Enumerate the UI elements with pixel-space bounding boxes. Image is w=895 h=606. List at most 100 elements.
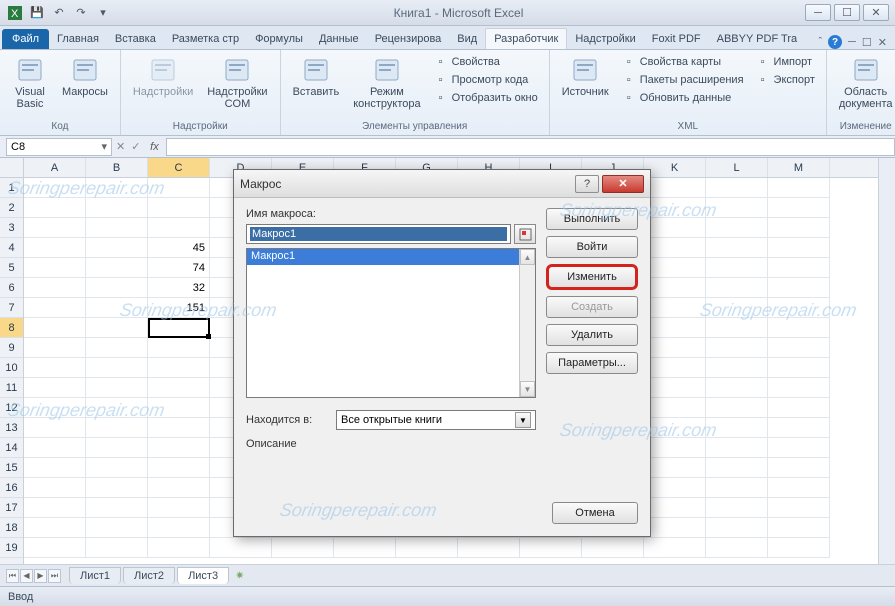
cell-A11[interactable] bbox=[24, 378, 86, 398]
subwin-close-icon[interactable]: ✕ bbox=[878, 36, 887, 49]
sheet-tab-Лист1[interactable]: Лист1 bbox=[69, 567, 121, 584]
sheet-last-icon[interactable]: ⏭ bbox=[48, 569, 61, 583]
cell-L8[interactable] bbox=[706, 318, 768, 338]
cell-M5[interactable] bbox=[768, 258, 830, 278]
cell-K16[interactable] bbox=[644, 478, 706, 498]
cell-A4[interactable] bbox=[24, 238, 86, 258]
options-button[interactable]: Параметры... bbox=[546, 352, 638, 374]
sheet-next-icon[interactable]: ▶ bbox=[34, 569, 47, 583]
col-header-C[interactable]: C bbox=[148, 158, 210, 177]
scroll-down-icon[interactable]: ▼ bbox=[520, 381, 535, 397]
cell-L4[interactable] bbox=[706, 238, 768, 258]
cell-B3[interactable] bbox=[86, 218, 148, 238]
cell-C9[interactable] bbox=[148, 338, 210, 358]
cell-L12[interactable] bbox=[706, 398, 768, 418]
cell-L16[interactable] bbox=[706, 478, 768, 498]
cell-L10[interactable] bbox=[706, 358, 768, 378]
cell-F19[interactable] bbox=[334, 538, 396, 558]
minimize-ribbon-icon[interactable]: ˆ bbox=[818, 36, 822, 48]
cell-L3[interactable] bbox=[706, 218, 768, 238]
row-header-5[interactable]: 5 bbox=[0, 258, 23, 278]
tab-разметка стр[interactable]: Разметка стр bbox=[164, 29, 247, 49]
cell-L1[interactable] bbox=[706, 178, 768, 198]
cell-C4[interactable]: 45 bbox=[148, 238, 210, 258]
cell-K18[interactable] bbox=[644, 518, 706, 538]
cancel-button[interactable]: Отмена bbox=[552, 502, 638, 524]
cell-K12[interactable] bbox=[644, 398, 706, 418]
cell-C19[interactable] bbox=[148, 538, 210, 558]
cell-M12[interactable] bbox=[768, 398, 830, 418]
macro-list[interactable]: Макрос1 ▲ ▼ bbox=[246, 248, 536, 398]
cell-C7[interactable]: 151 bbox=[148, 298, 210, 318]
cell-M16[interactable] bbox=[768, 478, 830, 498]
cell-A13[interactable] bbox=[24, 418, 86, 438]
edit-button[interactable]: Изменить bbox=[546, 264, 638, 290]
cell-B17[interactable] bbox=[86, 498, 148, 518]
dropdown-icon[interactable]: ▼ bbox=[515, 412, 531, 428]
cell-C13[interactable] bbox=[148, 418, 210, 438]
tab-данные[interactable]: Данные bbox=[311, 29, 367, 49]
redo-icon[interactable]: ↷ bbox=[72, 4, 90, 22]
cell-L2[interactable] bbox=[706, 198, 768, 218]
cell-B16[interactable] bbox=[86, 478, 148, 498]
cell-C15[interactable] bbox=[148, 458, 210, 478]
row-header-4[interactable]: 4 bbox=[0, 238, 23, 258]
cell-K8[interactable] bbox=[644, 318, 706, 338]
cell-B19[interactable] bbox=[86, 538, 148, 558]
accept-formula-icon[interactable]: ✓ bbox=[129, 140, 142, 153]
cell-M18[interactable] bbox=[768, 518, 830, 538]
maximize-button[interactable]: ☐ bbox=[834, 4, 860, 21]
tab-разработчик[interactable]: Разработчик bbox=[485, 28, 567, 49]
delete-button[interactable]: Удалить bbox=[546, 324, 638, 346]
cell-A1[interactable] bbox=[24, 178, 86, 198]
cell-A10[interactable] bbox=[24, 358, 86, 378]
cancel-formula-icon[interactable]: ✕ bbox=[112, 140, 129, 153]
cell-B5[interactable] bbox=[86, 258, 148, 278]
subwin-min-icon[interactable]: ─ bbox=[848, 36, 856, 48]
tab-file[interactable]: Файл bbox=[2, 29, 49, 49]
cell-B18[interactable] bbox=[86, 518, 148, 538]
col-header-M[interactable]: M bbox=[768, 158, 830, 177]
row-header-8[interactable]: 8 bbox=[0, 318, 23, 338]
macro-name-field[interactable] bbox=[250, 227, 507, 241]
cell-A18[interactable] bbox=[24, 518, 86, 538]
cell-C8[interactable] bbox=[148, 318, 210, 338]
row-header-14[interactable]: 14 bbox=[0, 438, 23, 458]
step-into-button[interactable]: Войти bbox=[546, 236, 638, 258]
cell-L19[interactable] bbox=[706, 538, 768, 558]
cell-M1[interactable] bbox=[768, 178, 830, 198]
cell-L7[interactable] bbox=[706, 298, 768, 318]
cell-B12[interactable] bbox=[86, 398, 148, 418]
dialog-help-button[interactable]: ? bbox=[575, 175, 599, 193]
cell-B4[interactable] bbox=[86, 238, 148, 258]
cell-I19[interactable] bbox=[520, 538, 582, 558]
cell-B8[interactable] bbox=[86, 318, 148, 338]
row-header-10[interactable]: 10 bbox=[0, 358, 23, 378]
row-header-3[interactable]: 3 bbox=[0, 218, 23, 238]
macro-list-scrollbar[interactable]: ▲ ▼ bbox=[519, 249, 535, 397]
sheet-tab-Лист2[interactable]: Лист2 bbox=[123, 567, 175, 584]
cell-M11[interactable] bbox=[768, 378, 830, 398]
close-button[interactable]: ✕ bbox=[863, 4, 889, 21]
cell-A6[interactable] bbox=[24, 278, 86, 298]
row-header-1[interactable]: 1 bbox=[0, 178, 23, 198]
view-code-button[interactable]: ▫Просмотр кода bbox=[431, 72, 541, 88]
design-mode-button[interactable]: Режим конструктора bbox=[349, 54, 424, 112]
cell-C2[interactable] bbox=[148, 198, 210, 218]
subwin-max-icon[interactable]: ☐ bbox=[862, 36, 872, 49]
cell-D19[interactable] bbox=[210, 538, 272, 558]
com-addins-button[interactable]: Надстройки COM bbox=[203, 54, 271, 112]
macro-name-input[interactable] bbox=[246, 224, 511, 244]
cell-A7[interactable] bbox=[24, 298, 86, 318]
cell-K3[interactable] bbox=[644, 218, 706, 238]
row-header-15[interactable]: 15 bbox=[0, 458, 23, 478]
cell-B10[interactable] bbox=[86, 358, 148, 378]
properties-button[interactable]: ▫Свойства bbox=[431, 54, 541, 70]
formula-input[interactable] bbox=[166, 138, 895, 156]
cell-C11[interactable] bbox=[148, 378, 210, 398]
cell-K4[interactable] bbox=[644, 238, 706, 258]
cell-L6[interactable] bbox=[706, 278, 768, 298]
macro-name-ref-button[interactable] bbox=[514, 224, 536, 244]
cell-K2[interactable] bbox=[644, 198, 706, 218]
export-button[interactable]: ▫Экспорт bbox=[753, 72, 818, 88]
